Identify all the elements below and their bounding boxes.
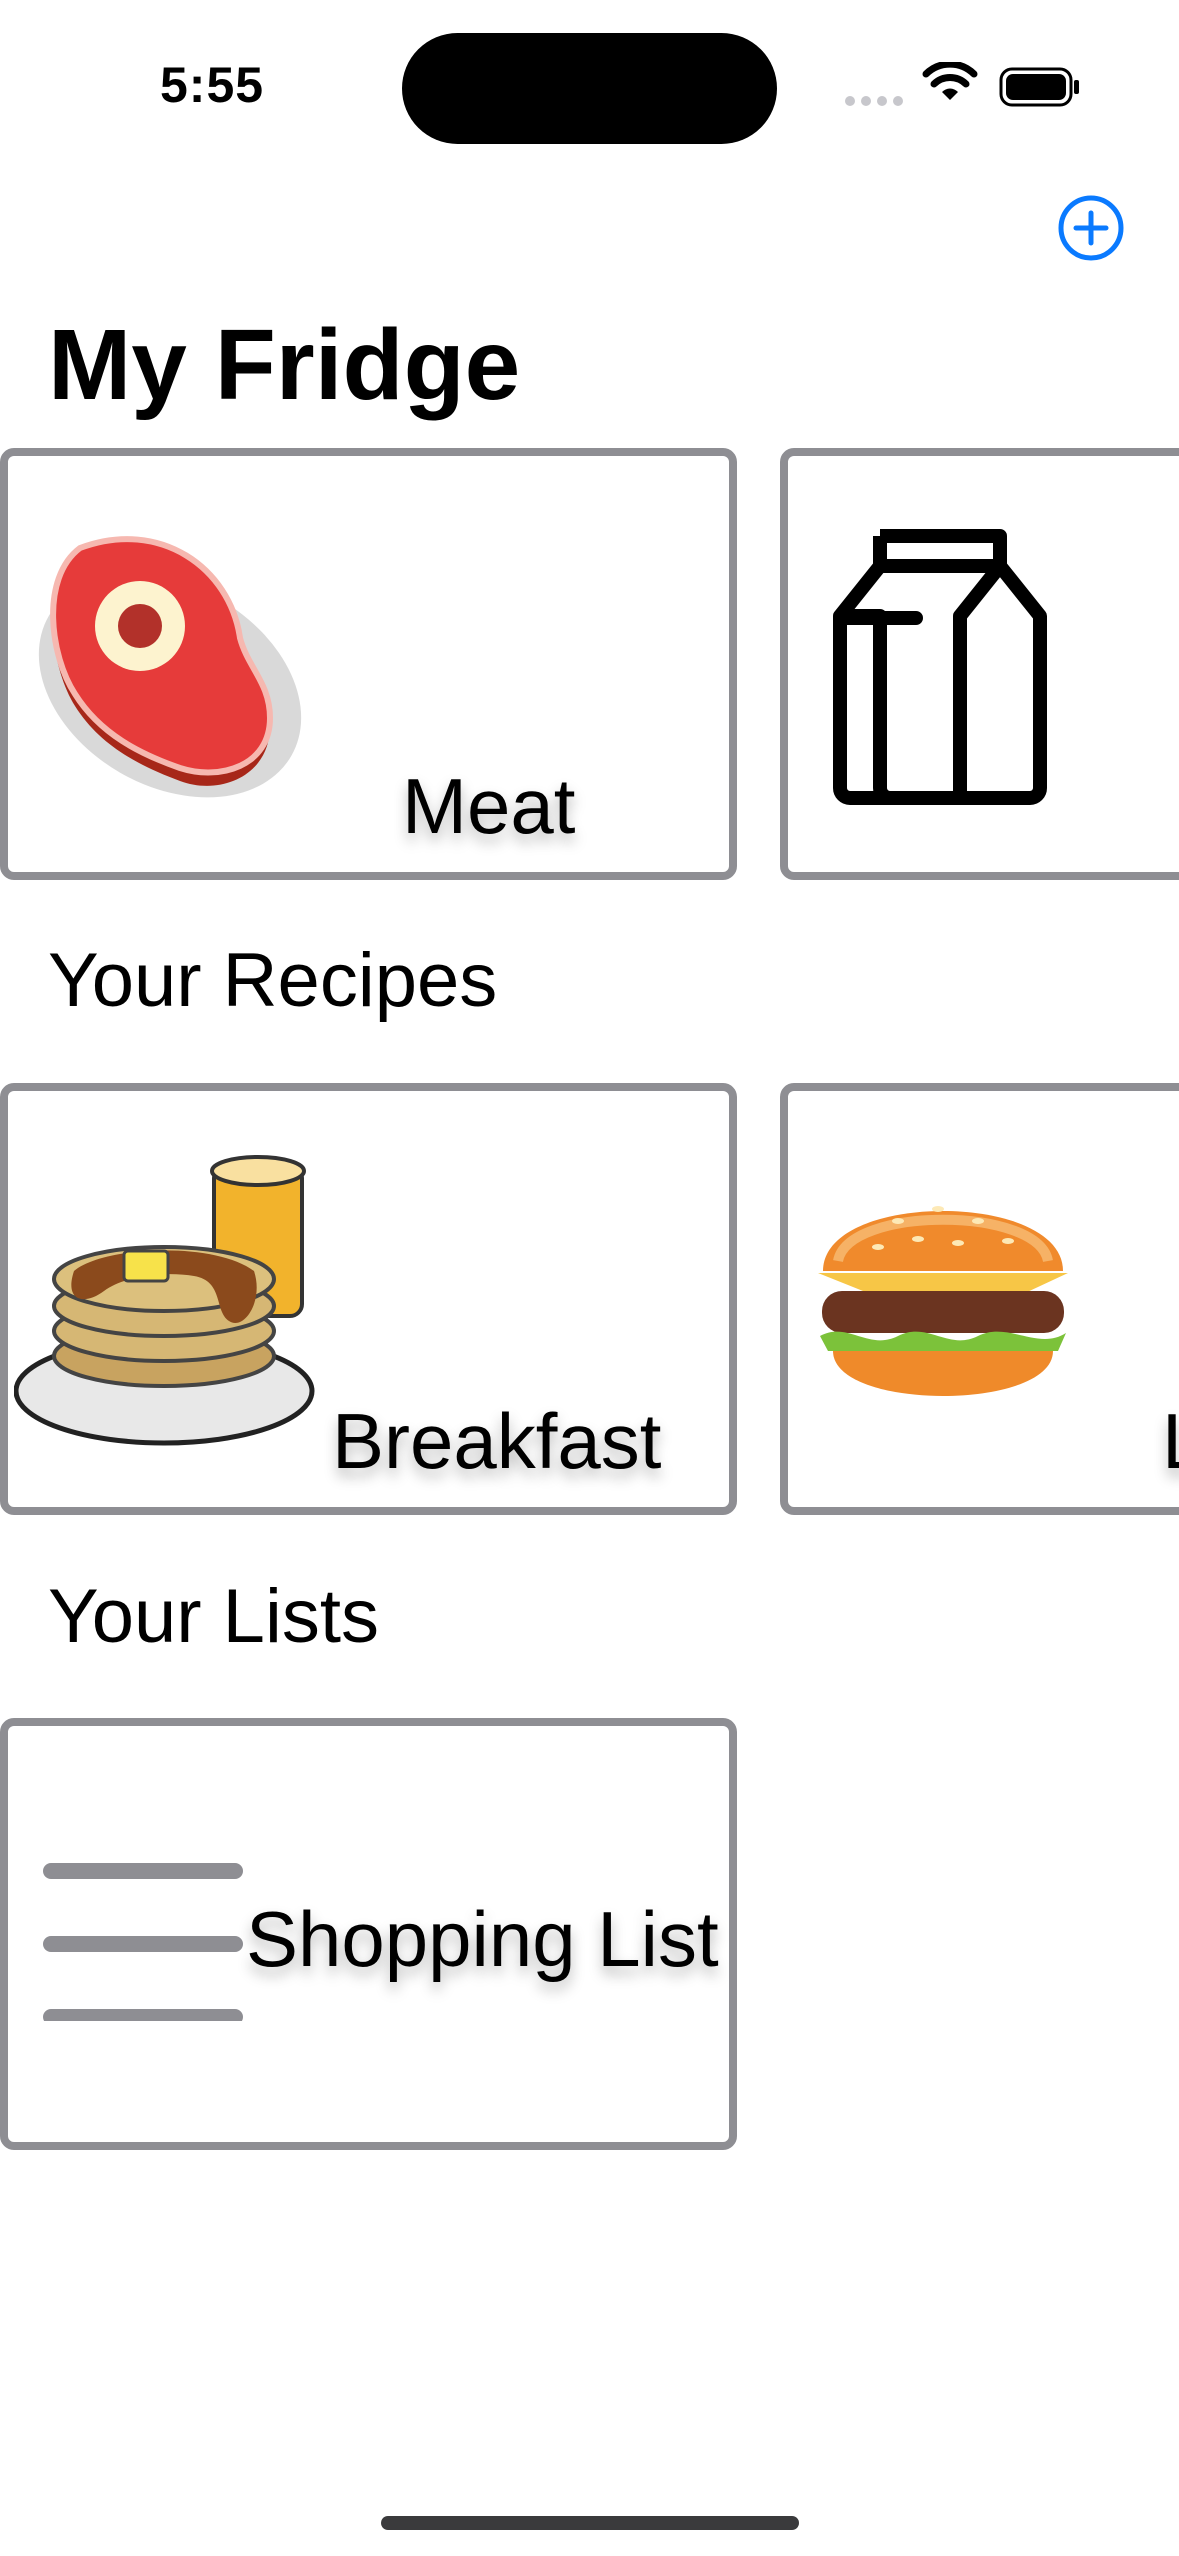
home-indicator[interactable] (381, 2516, 799, 2530)
fridge-card-meat[interactable]: Meat (0, 448, 737, 880)
dynamic-island (402, 33, 777, 144)
fridge-carousel[interactable]: Meat (0, 448, 1179, 898)
steak-icon (38, 536, 302, 798)
recipe-card-breakfast[interactable]: Breakfast (0, 1083, 737, 1515)
burger-icon (818, 1206, 1068, 1396)
cellular-signal-icon (845, 96, 903, 106)
milk-carton-icon (833, 529, 1047, 805)
recipe-card-label: Breakfast (332, 1397, 662, 1485)
lists-section-title: Your Lists (48, 1574, 379, 1659)
fridge-card-label: Meat (402, 762, 576, 850)
status-bar: 5:55 (0, 0, 1179, 170)
page-title: My Fridge (48, 309, 521, 421)
list-card-label: Shopping List (246, 1895, 719, 1983)
pancakes-icon (14, 1155, 315, 1446)
fridge-card-dairy[interactable] (780, 448, 1179, 880)
recipe-card-lunch[interactable]: L (780, 1083, 1179, 1515)
status-time: 5:55 (160, 57, 265, 113)
lists-carousel[interactable]: Shopping List (0, 1718, 1179, 2168)
add-button[interactable] (1057, 194, 1125, 262)
battery-icon (999, 67, 1079, 107)
list-icon (43, 1863, 243, 2021)
wifi-icon (922, 62, 978, 100)
recipes-section-title: Your Recipes (48, 938, 498, 1023)
recipes-carousel[interactable]: Breakfast L (0, 1083, 1179, 1533)
recipe-card-label: L (1162, 1396, 1179, 1487)
list-card-shopping[interactable]: Shopping List (0, 1718, 737, 2150)
